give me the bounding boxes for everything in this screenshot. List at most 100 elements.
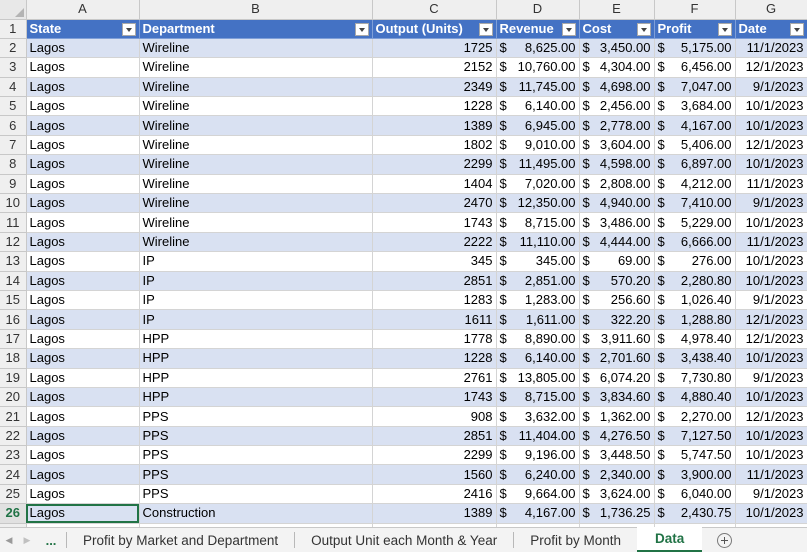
cell-date[interactable]: 10/1/2023 <box>735 115 807 136</box>
cell-profit[interactable]: $3,900.00 <box>654 464 736 485</box>
cell-cost[interactable]: $3,450.00 <box>579 38 655 59</box>
cell-output-units[interactable]: 1725 <box>372 38 497 59</box>
more-tabs-button[interactable]: ... <box>36 528 66 552</box>
cell-date[interactable]: 10/1/2023 <box>735 348 807 369</box>
cell-output-units[interactable]: 2416 <box>372 484 497 505</box>
cell-revenue[interactable]: $10,760.00 <box>496 57 580 78</box>
scroll-tabs-right-icon[interactable]: ▶ <box>18 528 36 552</box>
cell-department[interactable]: PPS <box>139 406 373 427</box>
cell-revenue[interactable]: $11,495.00 <box>496 154 580 175</box>
cell-department[interactable]: Wireline <box>139 154 373 175</box>
tab-profit-by-month[interactable]: Profit by Month <box>514 528 637 552</box>
row-number[interactable]: 1 <box>0 19 27 39</box>
cell-cost[interactable]: $570.20 <box>579 271 655 291</box>
cell-cost[interactable]: $69.00 <box>579 251 655 272</box>
cell-date[interactable]: 9/1/2023 <box>735 368 807 388</box>
cell-cost[interactable]: $4,304.00 <box>579 57 655 78</box>
cell-cost[interactable]: $1,736.25 <box>579 503 655 524</box>
cell-profit[interactable]: $4,880.40 <box>654 387 736 408</box>
cell-revenue[interactable]: $2,851.00 <box>496 271 580 291</box>
cell-output-units[interactable]: 2222 <box>372 232 497 253</box>
cell-output-units[interactable]: 1560 <box>372 464 497 485</box>
cell-revenue[interactable]: $345.00 <box>496 251 580 272</box>
cell-date[interactable]: 10/1/2023 <box>735 387 807 408</box>
cell-date[interactable]: 10/1/2023 <box>735 271 807 291</box>
column-header-b[interactable]: B <box>139 0 373 20</box>
cell-output-units[interactable]: 1389 <box>372 503 497 524</box>
cell-output-units[interactable]: 1778 <box>372 329 497 350</box>
cell-state[interactable]: Lagos <box>26 174 140 195</box>
row-number[interactable]: 10 <box>0 193 27 214</box>
cell-output-units[interactable]: 1283 <box>372 290 497 311</box>
row-number[interactable]: 17 <box>0 329 27 350</box>
cell-date[interactable]: 9/1/2023 <box>735 290 807 311</box>
column-header-d[interactable]: D <box>496 0 580 20</box>
cell-state[interactable]: Lagos <box>26 271 140 291</box>
cell-date[interactable]: 11/1/2023 <box>735 232 807 253</box>
cell-date[interactable]: 10/1/2023 <box>735 445 807 466</box>
row-number[interactable]: 3 <box>0 57 27 78</box>
cell-cost[interactable]: $2,340.00 <box>579 464 655 485</box>
cell-revenue[interactable]: $8,715.00 <box>496 212 580 233</box>
cell-date[interactable]: 12/1/2023 <box>735 135 807 156</box>
header-department[interactable]: Department <box>139 19 373 39</box>
cell-output-units[interactable]: 2152 <box>372 57 497 78</box>
cell-cost[interactable]: $2,701.60 <box>579 348 655 369</box>
row-number[interactable]: 12 <box>0 232 27 253</box>
cell-cost[interactable]: $1,362.00 <box>579 406 655 427</box>
cell-revenue[interactable]: $4,167.00 <box>496 503 580 524</box>
row-number[interactable]: 14 <box>0 271 27 291</box>
filter-dropdown-icon[interactable] <box>561 22 576 36</box>
cell-cost[interactable]: $3,834.60 <box>579 387 655 408</box>
cell-department[interactable]: HPP <box>139 387 373 408</box>
cell-profit[interactable]: $7,047.00 <box>654 77 736 98</box>
cell-cost[interactable]: $256.60 <box>579 290 655 311</box>
cell-cost[interactable]: $4,940.00 <box>579 193 655 214</box>
header-cost[interactable]: Cost <box>579 19 655 39</box>
filter-dropdown-icon[interactable] <box>636 22 651 36</box>
cell-profit[interactable]: $2,270.00 <box>654 406 736 427</box>
cell-state[interactable]: Lagos <box>26 329 140 350</box>
column-header-c[interactable]: C <box>372 0 497 20</box>
cell-cost[interactable]: $3,604.00 <box>579 135 655 156</box>
row-number[interactable]: 6 <box>0 115 27 136</box>
tab-data[interactable]: Data <box>637 527 703 552</box>
cell-output-units[interactable]: 1802 <box>372 135 497 156</box>
cell-date[interactable]: 10/1/2023 <box>735 154 807 175</box>
cell-state[interactable]: Lagos <box>26 464 140 485</box>
row-number[interactable]: 20 <box>0 387 27 408</box>
cell-department[interactable]: HPP <box>139 368 373 388</box>
cell-department[interactable]: IP <box>139 309 373 330</box>
row-number[interactable]: 15 <box>0 290 27 311</box>
worksheet-grid[interactable]: A B C D E F G 1 State Department Output … <box>0 0 807 527</box>
cell-output-units[interactable]: 1743 <box>372 212 497 233</box>
cell-state[interactable]: Lagos <box>26 115 140 136</box>
cell-department[interactable]: IP <box>139 271 373 291</box>
cell-revenue[interactable]: $6,945.00 <box>496 115 580 136</box>
cell-cost[interactable]: $4,698.00 <box>579 77 655 98</box>
cell-profit[interactable]: $6,666.00 <box>654 232 736 253</box>
cell-cost[interactable]: $3,911.60 <box>579 329 655 350</box>
header-output-units[interactable]: Output (Units) <box>372 19 497 39</box>
cell-date[interactable]: 10/1/2023 <box>735 503 807 524</box>
row-number[interactable]: 24 <box>0 464 27 485</box>
cell-state[interactable]: Lagos <box>26 193 140 214</box>
column-header-a[interactable]: A <box>26 0 140 20</box>
filter-dropdown-icon[interactable] <box>354 22 369 36</box>
cell-date[interactable]: 12/1/2023 <box>735 57 807 78</box>
row-number[interactable]: 11 <box>0 212 27 233</box>
cell-profit[interactable]: $3,684.00 <box>654 96 736 117</box>
cell-profit[interactable]: $276.00 <box>654 251 736 272</box>
cell-department[interactable]: IP <box>139 251 373 272</box>
cell-profit[interactable]: $7,127.50 <box>654 426 736 447</box>
row-number[interactable]: 21 <box>0 406 27 427</box>
cell-revenue[interactable]: $6,140.00 <box>496 96 580 117</box>
cell-date[interactable]: 12/1/2023 <box>735 329 807 350</box>
cell-cost[interactable]: $4,276.50 <box>579 426 655 447</box>
column-header-e[interactable]: E <box>579 0 655 20</box>
cell-profit[interactable]: $6,040.00 <box>654 484 736 505</box>
select-all-corner[interactable] <box>0 0 27 20</box>
cell-cost[interactable]: $4,598.00 <box>579 154 655 175</box>
cell-output-units[interactable]: 1404 <box>372 174 497 195</box>
cell-state[interactable]: Lagos <box>26 426 140 447</box>
